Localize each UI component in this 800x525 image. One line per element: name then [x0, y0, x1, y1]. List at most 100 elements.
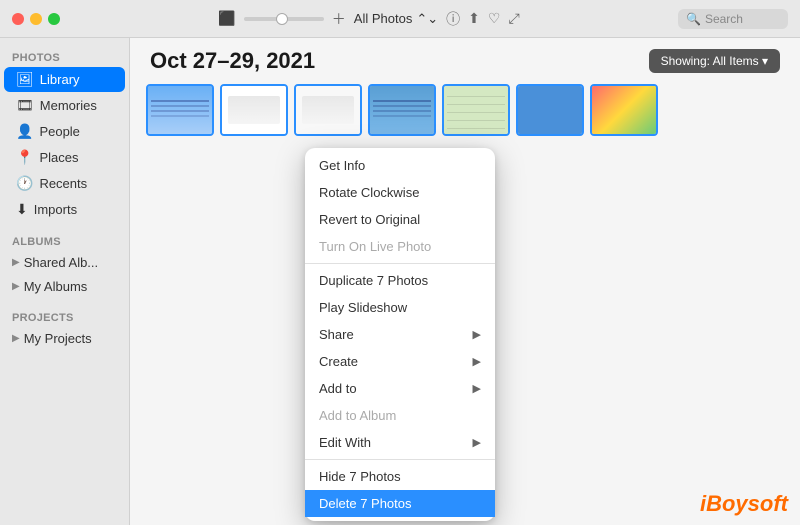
- menu-item-rotate-cw[interactable]: Rotate Clockwise: [305, 179, 495, 206]
- sidebar-item-places-label: Places: [39, 150, 78, 165]
- search-placeholder: Search: [705, 12, 743, 26]
- places-icon: 📍: [16, 149, 33, 166]
- sidebar-item-memories-label: Memories: [40, 98, 97, 113]
- menu-item-duplicate-label: Duplicate 7 Photos: [319, 273, 428, 288]
- my-projects-arrow: ▶: [12, 333, 20, 344]
- menu-item-get-info[interactable]: Get Info: [305, 152, 495, 179]
- photo-thumb-3[interactable]: [294, 84, 362, 136]
- sidebar-item-shared-albums[interactable]: ▶ Shared Alb...: [4, 251, 125, 274]
- imports-icon: ⬇: [16, 201, 28, 218]
- photo-thumb-4[interactable]: [368, 84, 436, 136]
- menu-item-hide[interactable]: Hide 7 Photos: [305, 463, 495, 490]
- menu-item-delete-label: Delete 7 Photos: [319, 496, 412, 511]
- photo-thumb-5[interactable]: [442, 84, 510, 136]
- menu-item-create[interactable]: Create ▶: [305, 348, 495, 375]
- crop-icon[interactable]: ⤢: [508, 10, 519, 27]
- page-title: Oct 27–29, 2021: [150, 48, 315, 74]
- title-bar: ⬛ ＋ All Photos ⌃⌄ ⓘ ⬆ ♡ ⤢ 🔍 Search: [0, 0, 800, 38]
- sidebar-item-shared-albums-label: Shared Alb...: [24, 255, 98, 270]
- photo-thumb-2[interactable]: [220, 84, 288, 136]
- photo-thumb-7[interactable]: [590, 84, 658, 136]
- menu-item-revert[interactable]: Revert to Original: [305, 206, 495, 233]
- window-icon: ⬛: [218, 10, 235, 27]
- menu-item-rotate-cw-label: Rotate Clockwise: [319, 185, 419, 200]
- people-icon: 👤: [16, 123, 33, 140]
- info-icon[interactable]: ⓘ: [446, 9, 460, 29]
- sidebar-item-my-albums[interactable]: ▶ My Albums: [4, 275, 125, 298]
- create-arrow-icon: ▶: [473, 355, 481, 368]
- menu-item-hide-label: Hide 7 Photos: [319, 469, 401, 484]
- showing-label: Showing: All Items ▾: [661, 54, 768, 68]
- zoom-slider[interactable]: [244, 17, 324, 21]
- share-icon[interactable]: ⬆: [468, 10, 480, 27]
- showing-button[interactable]: Showing: All Items ▾: [649, 49, 780, 73]
- menu-item-slideshow[interactable]: Play Slideshow: [305, 294, 495, 321]
- projects-section-label: Projects: [0, 306, 129, 326]
- sidebar-item-my-albums-label: My Albums: [24, 279, 88, 294]
- menu-item-duplicate[interactable]: Duplicate 7 Photos: [305, 267, 495, 294]
- content-header: Oct 27–29, 2021 Showing: All Items ▾: [130, 38, 800, 80]
- sidebar-item-places[interactable]: 📍 Places: [4, 145, 125, 170]
- all-photos-dropdown[interactable]: All Photos ⌃⌄: [354, 11, 438, 27]
- sidebar-item-my-projects[interactable]: ▶ My Projects: [4, 327, 125, 350]
- menu-item-add-to[interactable]: Add to ▶: [305, 375, 495, 402]
- content-area: Oct 27–29, 2021 Showing: All Items ▾: [130, 38, 800, 525]
- chevron-icon: ⌃⌄: [416, 11, 438, 27]
- menu-item-add-to-album: Add to Album: [305, 402, 495, 429]
- sidebar-item-people-label: People: [39, 124, 79, 139]
- recents-icon: 🕐: [16, 175, 33, 192]
- zoom-slider-thumb[interactable]: [276, 13, 288, 25]
- maximize-button[interactable]: [48, 13, 60, 25]
- sidebar-item-imports-label: Imports: [34, 202, 77, 217]
- watermark-suffix: Boysoft: [706, 491, 788, 516]
- photo-thumb-1[interactable]: [146, 84, 214, 136]
- menu-item-edit-with[interactable]: Edit With ▶: [305, 429, 495, 456]
- menu-item-live-photo-label: Turn On Live Photo: [319, 239, 431, 254]
- sidebar-item-recents-label: Recents: [39, 176, 87, 191]
- sidebar-item-people[interactable]: 👤 People: [4, 119, 125, 144]
- photo-strip: [130, 80, 800, 144]
- edit-with-arrow-icon: ▶: [473, 436, 481, 449]
- sidebar-item-recents[interactable]: 🕐 Recents: [4, 171, 125, 196]
- search-icon: 🔍: [686, 12, 701, 26]
- plus-icon: ＋: [332, 9, 346, 29]
- traffic-lights: [12, 13, 60, 25]
- sidebar-item-memories[interactable]: 🎞 Memories: [4, 93, 125, 118]
- menu-item-add-to-album-label: Add to Album: [319, 408, 396, 423]
- close-button[interactable]: [12, 13, 24, 25]
- menu-item-get-info-label: Get Info: [319, 158, 365, 173]
- watermark: iBoysoft: [700, 491, 788, 517]
- menu-item-revert-label: Revert to Original: [319, 212, 420, 227]
- dropdown-label: All Photos: [354, 11, 413, 26]
- sidebar: Photos 🖼 Library 🎞 Memories 👤 People 📍 P…: [0, 38, 130, 525]
- menu-item-share[interactable]: Share ▶: [305, 321, 495, 348]
- menu-item-share-label: Share: [319, 327, 354, 342]
- menu-separator-1: [305, 263, 495, 264]
- albums-section-label: Albums: [0, 230, 129, 250]
- sidebar-item-my-projects-label: My Projects: [24, 331, 92, 346]
- title-bar-center: ⬛ ＋ All Photos ⌃⌄ ⓘ ⬆ ♡ ⤢: [60, 9, 678, 29]
- search-box[interactable]: 🔍 Search: [678, 9, 788, 29]
- menu-item-delete[interactable]: Delete 7 Photos: [305, 490, 495, 517]
- my-albums-arrow: ▶: [12, 281, 20, 292]
- share-arrow-icon: ▶: [473, 328, 481, 341]
- sidebar-item-library-label: Library: [40, 72, 80, 87]
- context-menu: Get Info Rotate Clockwise Revert to Orig…: [305, 148, 495, 521]
- menu-item-slideshow-label: Play Slideshow: [319, 300, 407, 315]
- main-layout: Photos 🖼 Library 🎞 Memories 👤 People 📍 P…: [0, 38, 800, 525]
- menu-item-add-to-label: Add to: [319, 381, 357, 396]
- menu-item-edit-with-label: Edit With: [319, 435, 371, 450]
- photo-thumb-6[interactable]: [516, 84, 584, 136]
- title-bar-right: 🔍 Search: [678, 9, 788, 29]
- sidebar-item-library[interactable]: 🖼 Library: [4, 67, 125, 92]
- menu-item-live-photo: Turn On Live Photo: [305, 233, 495, 260]
- photos-section-label: Photos: [0, 46, 129, 66]
- add-to-arrow-icon: ▶: [473, 382, 481, 395]
- library-icon: 🖼: [16, 71, 34, 88]
- heart-icon[interactable]: ♡: [488, 10, 501, 27]
- minimize-button[interactable]: [30, 13, 42, 25]
- sidebar-item-imports[interactable]: ⬇ Imports: [4, 197, 125, 222]
- memories-icon: 🎞: [16, 97, 34, 114]
- menu-item-create-label: Create: [319, 354, 358, 369]
- shared-albums-arrow: ▶: [12, 257, 20, 268]
